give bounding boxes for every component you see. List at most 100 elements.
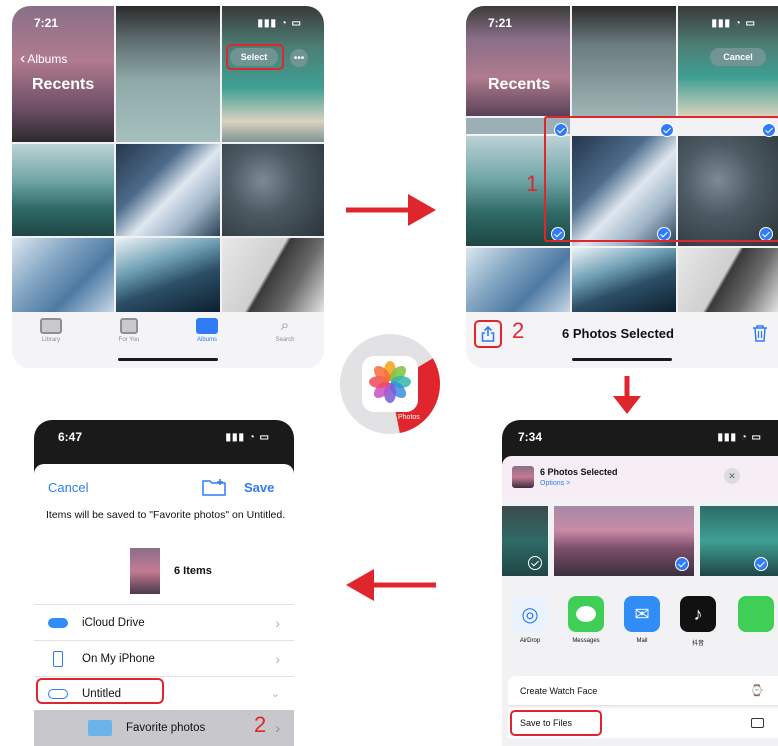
photo-tile[interactable] [222, 238, 324, 312]
status-bar: 7:34 ▮▮▮ ◔ ▭ [502, 420, 778, 454]
folder-icon [88, 720, 112, 736]
status-icons: ▮▮▮ ◔ ▭ [711, 17, 756, 29]
tab-search[interactable]: ⌕ Search [255, 318, 315, 368]
step-number: 1 [526, 171, 539, 196]
albums-icon [196, 318, 218, 334]
photo-tile[interactable] [116, 238, 220, 312]
cancel-label: Cancel [723, 52, 753, 62]
photos-app-logo: Photos [340, 334, 440, 434]
page-title: Recents [32, 76, 95, 93]
photo-tile[interactable] [572, 248, 676, 312]
untitled-highlight [36, 678, 164, 704]
app-label: 抖音 [691, 641, 704, 647]
app-partial[interactable] [738, 596, 778, 632]
files-sheet: Cancel Save Items will be saved to "Favo… [34, 464, 294, 746]
screen-save-to-files: 6:47 ▮▮▮ ◔ ▭ Cancel Save Items will be s… [34, 420, 294, 746]
arrow-right-icon [346, 194, 436, 226]
trash-button[interactable] [752, 324, 768, 347]
page-title: Recents [488, 76, 551, 93]
for-you-icon [120, 318, 138, 334]
location-icloud-drive[interactable]: iCloud Drive › [34, 604, 294, 640]
screen-photos-recents: 7:21 ▮▮▮ ◔ ▭ ‹ Albums Recents Select •••… [12, 6, 324, 368]
cancel-button[interactable]: Cancel [710, 48, 766, 66]
step-number: 2 [254, 712, 267, 737]
app-airdrop[interactable]: ◎ AirDrop [510, 596, 550, 644]
ellipsis-icon: ••• [293, 52, 305, 64]
status-time: 6:47 [58, 430, 83, 444]
status-time: 7:21 [488, 16, 513, 30]
photos-app-icon [362, 354, 440, 434]
checkmark-icon [675, 557, 689, 571]
iphone-icon [53, 650, 63, 667]
watch-icon: ⌚ [750, 685, 764, 697]
checkmark-icon [754, 557, 768, 571]
action-create-watch-face[interactable]: Create Watch Face ⌚ [508, 676, 778, 706]
more-button[interactable]: ••• [290, 49, 308, 67]
status-time: 7:21 [34, 16, 59, 30]
chevron-right-icon: › [275, 650, 280, 667]
folder-label: Favorite photos [126, 722, 206, 734]
photo-tile[interactable] [466, 248, 570, 312]
tab-label: Library [41, 337, 61, 343]
photo-tile[interactable] [678, 248, 778, 312]
screen-share-sheet: 7:34 ▮▮▮ ◔ ▭ 6 Photos Selected Options >… [502, 420, 778, 746]
app-messages[interactable]: Messages [566, 596, 606, 644]
save-to-files-highlight [510, 710, 602, 736]
back-button[interactable]: ‹ Albums [20, 50, 67, 68]
status-time: 7:34 [518, 430, 543, 444]
app-mail[interactable]: ✉ Mail [622, 596, 662, 644]
cancel-button[interactable]: Cancel [48, 480, 88, 495]
folder-icon [751, 718, 764, 728]
photo-tile[interactable] [554, 506, 694, 576]
photo-tile[interactable] [700, 506, 778, 576]
location-on-my-iphone[interactable]: On My iPhone › [34, 640, 294, 676]
screen-select-photos: 7:21 ▮▮▮ ◔ ▭ Recents Cancel 1 2 6 Photos… [466, 6, 778, 368]
messages-icon [738, 596, 774, 632]
new-folder-icon [202, 479, 226, 496]
location-label: On My iPhone [82, 652, 155, 665]
items-thumbnail [130, 548, 160, 594]
options-link[interactable]: Options > [540, 480, 570, 487]
share-apps: ◎ AirDrop Messages ✉ Mail ♪ 抖音 [502, 596, 778, 666]
trash-icon [753, 325, 767, 342]
arrow-left-icon [346, 569, 436, 601]
photo-tile[interactable] [502, 506, 548, 576]
save-button[interactable]: Save [244, 480, 274, 495]
unchecked-circle-icon [528, 556, 542, 570]
status-bar: 7:21 ▮▮▮ ◔ ▭ [12, 6, 324, 40]
icloud-icon [48, 617, 68, 628]
tiktok-icon: ♪ [680, 596, 716, 632]
tab-library[interactable]: Library [21, 318, 81, 368]
chevron-right-icon: › [275, 720, 280, 736]
share-sheet: 6 Photos Selected Options > ✕ ◎ AirDrop … [502, 456, 778, 746]
status-bar: 7:21 ▮▮▮ ◔ ▭ [466, 6, 778, 40]
items-count: 6 Items [174, 565, 212, 577]
search-icon: ⌕ [280, 317, 290, 334]
home-indicator [118, 358, 218, 361]
share-button[interactable] [478, 324, 498, 344]
arrow-down-icon [613, 376, 641, 414]
selection-highlight [544, 116, 778, 242]
status-icons: ▮▮▮ ◔ ▭ [257, 17, 302, 29]
back-label: Albums [27, 52, 68, 66]
location-label: iCloud Drive [82, 616, 145, 629]
step-number: 2 [512, 318, 525, 343]
share-icon [481, 326, 495, 342]
home-indicator [572, 358, 672, 361]
close-button[interactable]: ✕ [724, 468, 740, 484]
chevron-down-icon: ⌄ [270, 688, 280, 700]
photo-tile[interactable] [116, 144, 220, 236]
new-folder-button[interactable] [202, 478, 226, 501]
mail-icon: ✉ [624, 596, 660, 632]
share-header: 6 Photos Selected Options > ✕ [502, 456, 778, 500]
photo-tile[interactable] [222, 144, 324, 236]
tab-label: Albums [196, 337, 217, 343]
photo-tile[interactable] [12, 238, 114, 312]
app-tiktok[interactable]: ♪ 抖音 [678, 596, 718, 647]
library-icon [40, 318, 62, 334]
tab-label: Search [275, 337, 295, 343]
photo-tile[interactable] [12, 144, 114, 236]
messages-icon [568, 596, 604, 632]
airdrop-icon: ◎ [512, 596, 548, 632]
status-icons: ▮▮▮ ◔ ▭ [225, 431, 270, 443]
